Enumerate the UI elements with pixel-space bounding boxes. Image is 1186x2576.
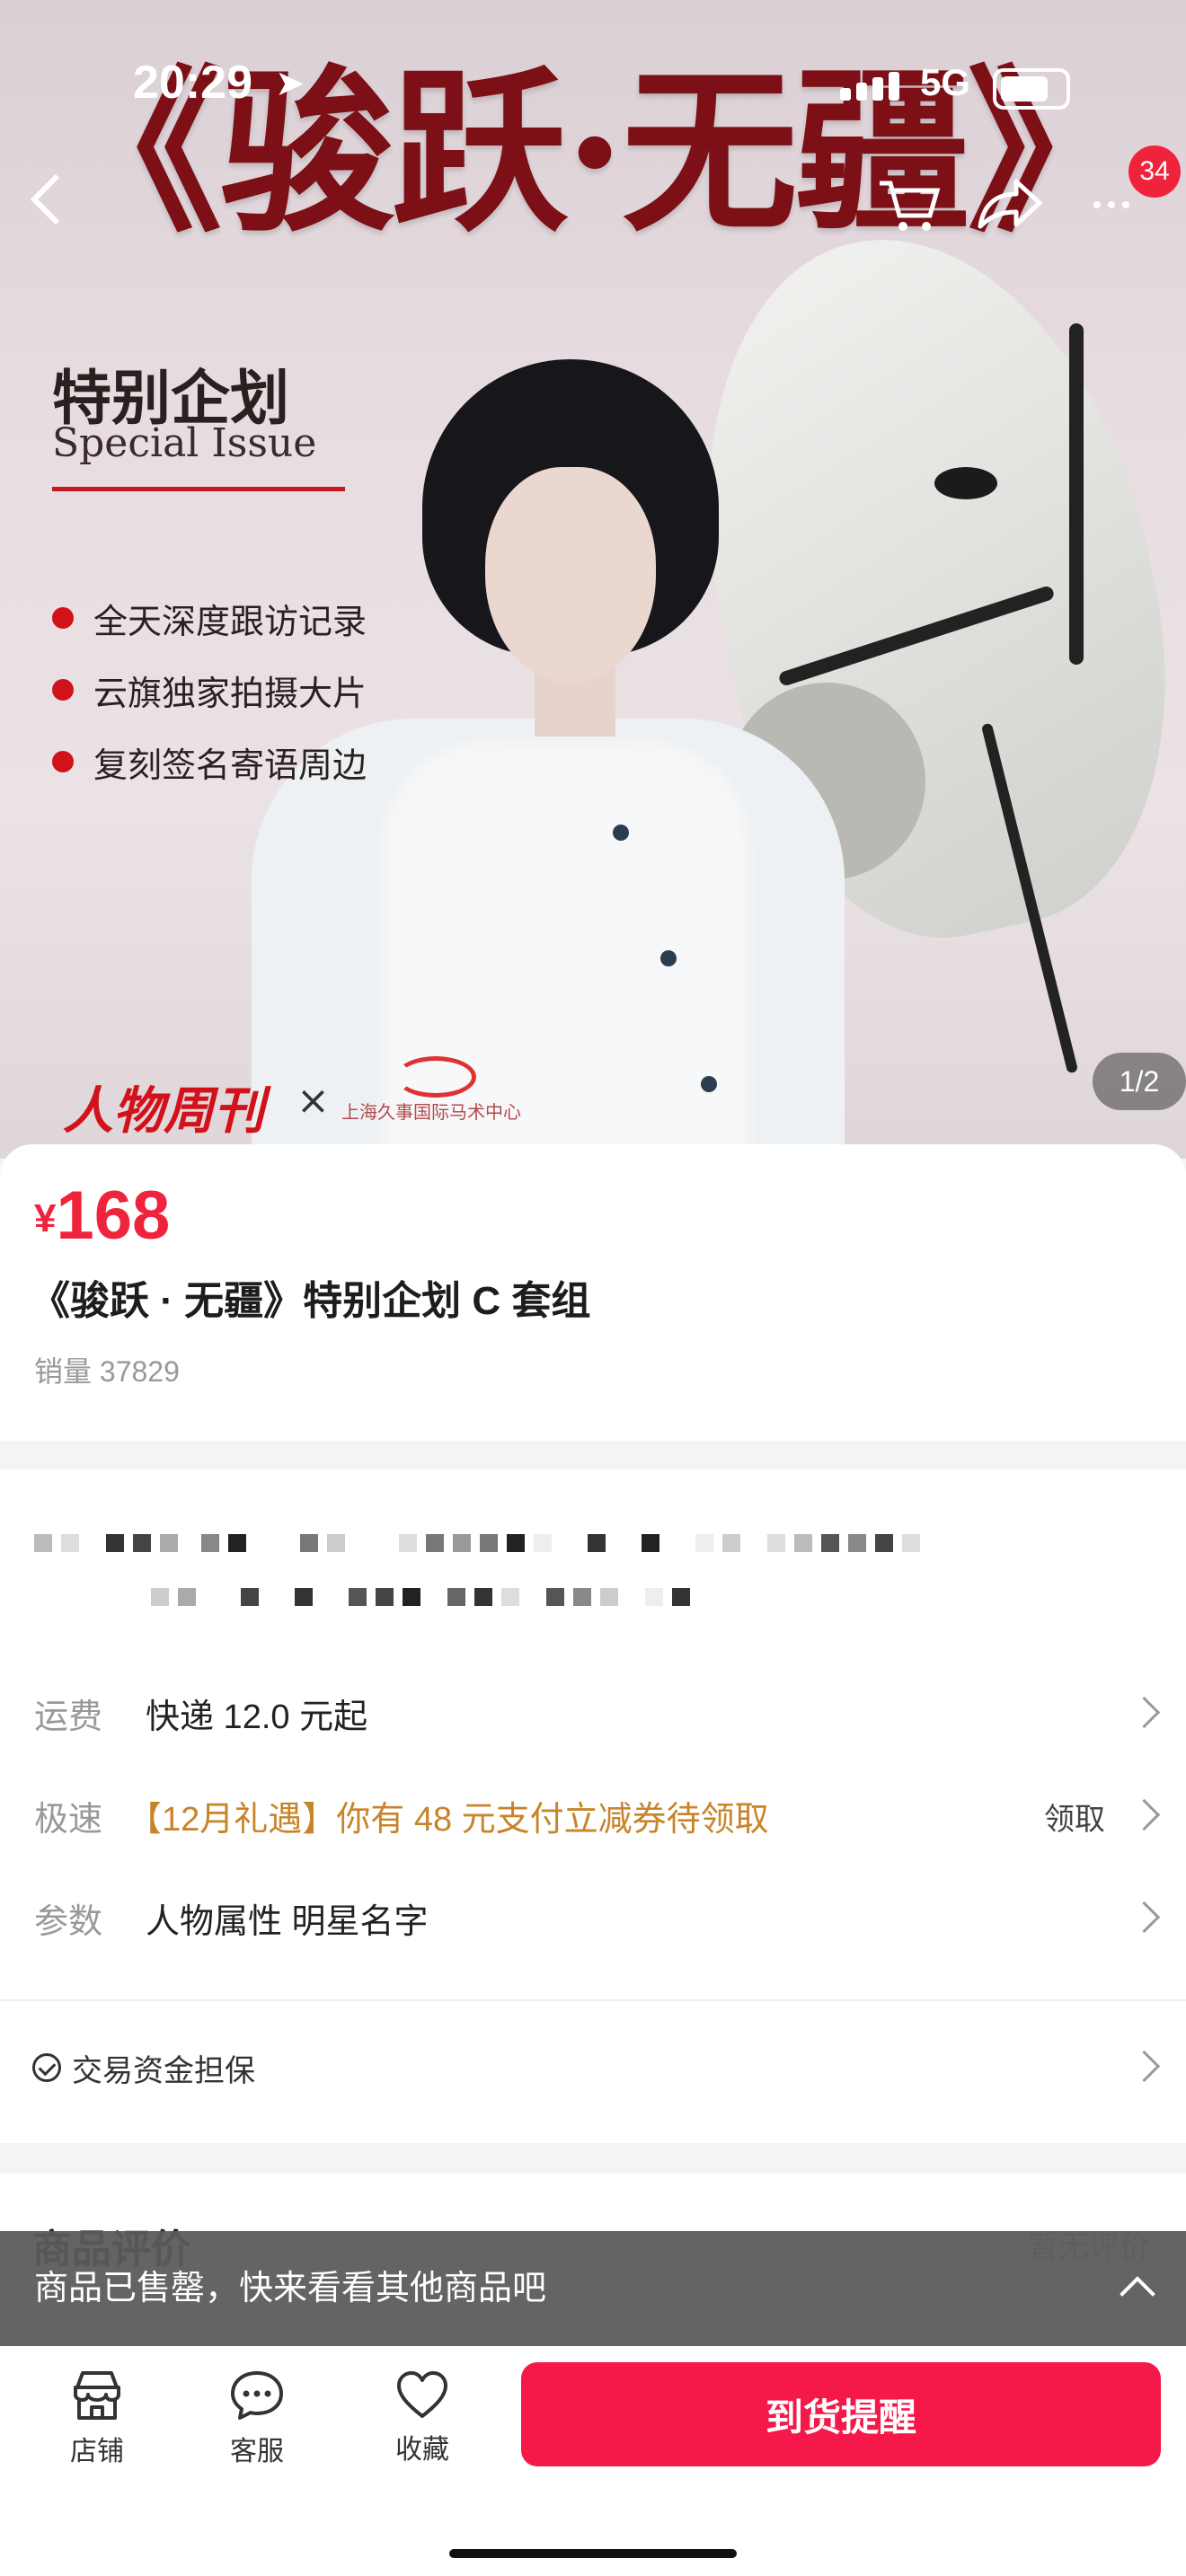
shipping-row[interactable]: 运费 快递 12.0 元起 <box>0 1674 1186 1760</box>
share-button[interactable] <box>975 174 1043 242</box>
cart-count-badge: 34 <box>1128 146 1181 198</box>
partner-logo-icon <box>395 1056 476 1098</box>
shop-label: 店铺 <box>70 2437 124 2466</box>
service-label: 客服 <box>230 2437 284 2466</box>
product-title: 《骏跃 · 无疆》特别企划 C 套组 <box>31 1279 591 1323</box>
chevron-right-icon <box>1128 1901 1161 1934</box>
promo-value: 【12月礼遇】你有 48 元支付立减券待领取 <box>128 1801 769 1839</box>
horse-eye <box>934 467 997 499</box>
feature-text: 云旗独家拍摄大片 <box>93 673 367 713</box>
feature-list: 全天深度跟访记录 云旗独家拍摄大片 复刻签名寄语周边 <box>52 582 367 798</box>
home-indicator[interactable] <box>449 2549 737 2558</box>
sold-out-banner[interactable]: 商品已售罄，快来看看其他商品吧 <box>0 2231 1186 2346</box>
promo-label: 极速 <box>34 1801 103 1839</box>
cart-icon <box>880 181 941 231</box>
shipping-label: 运费 <box>34 1698 103 1736</box>
more-button[interactable] <box>1092 176 1131 243</box>
bottom-action-bar: 店铺 客服 收藏 到货提醒 <box>0 2346 1186 2576</box>
feature-text: 复刻签名寄语周边 <box>93 745 367 785</box>
promo-row[interactable]: 极速 【12月礼遇】你有 48 元支付立减券待领取 领取 <box>0 1777 1186 1863</box>
claim-coupon-button[interactable]: 领取 <box>1044 1777 1105 1863</box>
redacted-address-line2 <box>151 1588 699 1606</box>
chevron-up-icon[interactable] <box>1120 2276 1155 2312</box>
vest-button <box>701 1076 717 1092</box>
redacted-address <box>34 1534 929 1552</box>
status-time: 20:29 <box>133 57 252 109</box>
partner-name: 上海久事国际马术中心 <box>341 1101 521 1123</box>
more-dots-icon <box>1093 201 1129 208</box>
network-type: 5G <box>920 61 971 103</box>
battery-icon <box>993 68 1070 110</box>
chevron-right-icon <box>1128 2050 1161 2083</box>
feature-text: 全天深度跟访记录 <box>93 601 367 641</box>
product-price: ¥168 <box>34 1177 170 1255</box>
chevron-right-icon <box>1128 1798 1161 1831</box>
bridle-strap <box>1069 323 1084 665</box>
product-info-section: 运费 快递 12.0 元起 极速 【12月礼遇】你有 48 元支付立减券待领取 … <box>0 1469 1186 2143</box>
divider <box>0 1999 1186 2001</box>
sold-out-text: 商品已售罄，快来看看其他商品吧 <box>34 2270 547 2307</box>
params-label: 参数 <box>34 1903 103 1941</box>
back-button[interactable] <box>27 171 63 238</box>
guarantee-text: 交易资金担保 <box>72 2054 255 2088</box>
person-face <box>485 467 656 683</box>
favorite-button[interactable]: 收藏 <box>368 2369 476 2466</box>
favorite-label: 收藏 <box>395 2435 449 2465</box>
store-icon <box>74 2371 120 2420</box>
magazine-logo: 人物周刊 <box>63 1081 264 1141</box>
check-circle-icon <box>32 2053 61 2082</box>
cart-button[interactable] <box>876 176 941 243</box>
currency-symbol: ¥ <box>34 1196 57 1240</box>
guarantee-row[interactable]: 交易资金担保 <box>0 2028 1186 2114</box>
status-bar: 20:29 ➤ 5G <box>0 56 1186 119</box>
feature-item: 复刻签名寄语周边 <box>52 726 367 798</box>
chevron-left-icon <box>30 173 60 225</box>
restock-notify-button[interactable]: 到货提醒 <box>521 2362 1161 2466</box>
shop-button[interactable]: 店铺 <box>43 2369 151 2468</box>
bullet-dot-icon <box>52 607 74 629</box>
special-issue-en: Special Issue <box>52 420 317 466</box>
price-value: 168 <box>56 1178 171 1254</box>
product-summary-card: ¥168 《骏跃 · 无疆》特别企划 C 套组 销量 37829 <box>0 1144 1186 1441</box>
sales-count: 销量 37829 <box>34 1355 180 1388</box>
collab-x: × <box>296 1078 330 1124</box>
shipping-value: 快递 12.0 元起 <box>146 1698 368 1736</box>
location-arrow-icon: ➤ <box>275 63 305 104</box>
customer-service-button[interactable]: 客服 <box>203 2369 311 2468</box>
params-row[interactable]: 参数 人物属性 明星名字 <box>0 1879 1186 1965</box>
feature-item: 全天深度跟访记录 <box>52 582 367 654</box>
signal-icon <box>840 72 899 101</box>
vest-button <box>613 825 629 841</box>
chevron-right-icon <box>1128 1696 1161 1729</box>
image-page-indicator: 1/2 <box>1093 1053 1186 1110</box>
heart-icon <box>397 2371 447 2418</box>
chat-bubble-icon <box>231 2371 283 2420</box>
title-rule <box>52 487 345 491</box>
vest-button <box>660 950 677 966</box>
params-value: 人物属性 明星名字 <box>146 1903 429 1941</box>
feature-item: 云旗独家拍摄大片 <box>52 654 367 726</box>
bullet-dot-icon <box>52 751 74 772</box>
share-icon <box>978 179 1042 229</box>
bullet-dot-icon <box>52 679 74 701</box>
